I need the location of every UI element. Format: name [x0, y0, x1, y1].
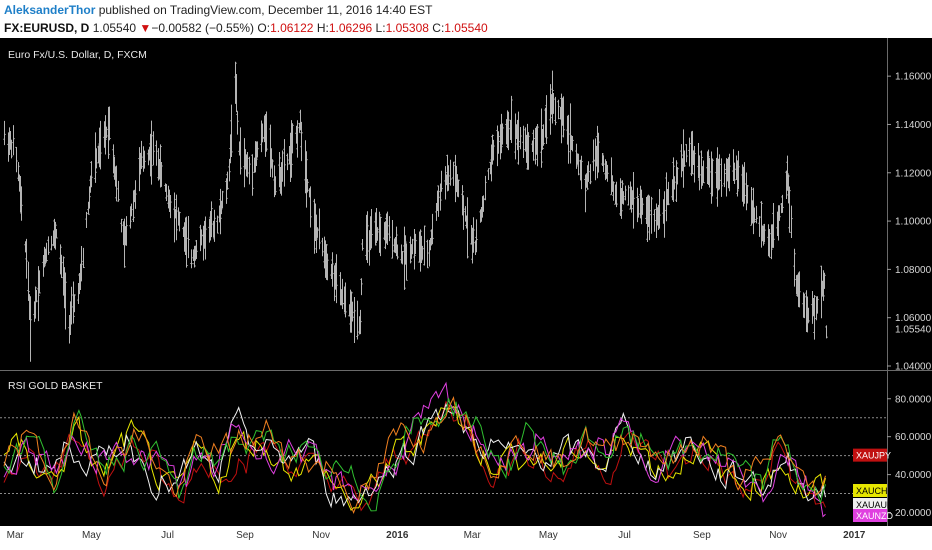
- high-label: H:: [316, 21, 329, 35]
- last-price-label: 1.05540: [895, 324, 932, 335]
- price-tick-label: 1.08000: [895, 265, 932, 276]
- time-tick-label: May: [539, 530, 558, 541]
- time-tick-label: 2017: [843, 530, 866, 541]
- series-badge-label: XAUAUD: [856, 500, 894, 510]
- time-tick-label: Nov: [312, 530, 330, 541]
- time-tick-label: Sep: [693, 530, 711, 541]
- rsi-tick-label: 80.0000: [895, 394, 932, 405]
- low-value: 1.05308: [385, 21, 429, 35]
- time-tick-label: Mar: [7, 530, 25, 541]
- author-link[interactable]: AleksanderThor: [4, 3, 95, 17]
- close-value: 1.05540: [444, 21, 488, 35]
- price-tick-label: 1.14000: [895, 120, 932, 131]
- series-badge: XAUNZD: [853, 509, 894, 522]
- series-badge-label: XAUCHF: [856, 486, 894, 496]
- time-tick-label: Jul: [161, 530, 174, 541]
- series-badge: XAUJPY: [853, 448, 891, 462]
- high-value: 1.06296: [328, 21, 373, 35]
- publish-line: AleksanderThor published on TradingView.…: [4, 3, 432, 17]
- time-tick-label: Jul: [618, 530, 631, 541]
- price-tick-label: 1.12000: [895, 168, 932, 179]
- chart-area[interactable]: Euro Fx/U.S. Dollar, D, FXCM 1.16000 1.14…: [0, 38, 932, 550]
- time-tick-label: Nov: [769, 530, 787, 541]
- price-change: −0.00582 (−0.55%): [151, 21, 255, 35]
- symbol-label[interactable]: FX:EURUSD, D: [4, 21, 89, 35]
- down-arrow-icon: ▼: [139, 21, 152, 35]
- last-price: 1.05540: [92, 21, 137, 35]
- rsi-tick-label: 60.0000: [895, 432, 932, 443]
- price-tick-label: 1.10000: [895, 217, 932, 228]
- rsi-tick-label: 20.0000: [895, 508, 932, 519]
- open-label: O:: [257, 21, 271, 35]
- open-value: 1.06122: [270, 21, 314, 35]
- series-badge-label: XAUJPY: [856, 451, 891, 461]
- time-tick-label: Mar: [464, 530, 482, 541]
- price-tick-label: 1.16000: [895, 72, 932, 83]
- price-tick-label: 1.04000: [895, 362, 932, 373]
- price-tick-label: 1.06000: [895, 313, 932, 324]
- time-tick-label: 2016: [386, 530, 409, 541]
- series-badge: XAUCHF: [853, 484, 894, 497]
- time-tick-label: May: [82, 530, 101, 541]
- low-label: L:: [375, 21, 386, 35]
- time-tick-label: Sep: [236, 530, 254, 541]
- rsi-pane-title: RSI GOLD BASKET: [8, 380, 103, 392]
- published-text: published on TradingView.com, December 1…: [98, 3, 433, 17]
- chart-header: AleksanderThor published on TradingView.…: [0, 0, 932, 38]
- price-pane-title: Euro Fx/U.S. Dollar, D, FXCM: [8, 49, 147, 61]
- series-badge-label: XAUNZD: [856, 511, 894, 521]
- time-axis[interactable]: Mar May Jul Sep Nov 2016 Mar May Jul Sep Nov 2017: [0, 526, 932, 550]
- rsi-tick-label: 40.0000: [895, 470, 932, 481]
- rsi-badges: XAUJPY XAUCHF XAUAUDXAUNZD: [853, 448, 894, 522]
- symbol-line: FX:EURUSD, D 1.05540 ▼−0.00582 (−0.55%) …: [4, 21, 488, 35]
- close-label: C:: [432, 21, 445, 35]
